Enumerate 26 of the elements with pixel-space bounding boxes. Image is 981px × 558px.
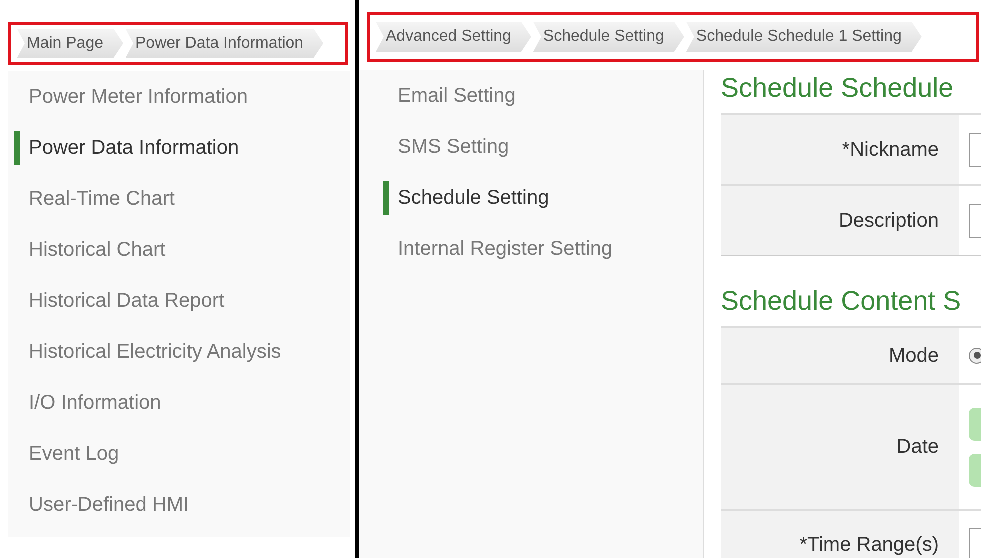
- breadcrumb-link[interactable]: Schedule Setting: [533, 22, 684, 52]
- sidebar-item[interactable]: Historical Electricity Analysis: [29, 336, 282, 366]
- field-label: Date: [721, 385, 959, 509]
- field-label: Description: [721, 186, 959, 255]
- sidebar-item[interactable]: Historical Data Report: [29, 286, 225, 316]
- sidebar-item[interactable]: Real-Time Chart: [29, 184, 175, 214]
- sidebar-item[interactable]: Power Meter Information: [29, 82, 248, 112]
- sidebar-item[interactable]: SMS Setting: [398, 132, 510, 162]
- breadcrumb-link[interactable]: Power Data Information: [126, 28, 324, 58]
- field-label: Mode: [721, 328, 959, 383]
- sidebar-item[interactable]: I/O Information: [29, 388, 162, 418]
- breadcrumb-link[interactable]: Main Page: [17, 28, 124, 58]
- breadcrumb-link[interactable]: Schedule Schedule 1 Setting: [686, 22, 922, 52]
- sidebar-item[interactable]: Power Data Information: [29, 132, 240, 162]
- field-label: *Nickname: [721, 115, 959, 184]
- sidebar-item[interactable]: Email Setting: [398, 80, 516, 110]
- sidebar-item[interactable]: Event Log: [29, 438, 120, 468]
- section-title: Schedule Content S: [721, 285, 962, 318]
- radio-button[interactable]: [969, 348, 981, 364]
- sidebar-item[interactable]: Internal Register Setting: [398, 234, 613, 264]
- field-label: *Time Range(s): [721, 511, 959, 558]
- sidebar-item[interactable]: User-Defined HMI: [29, 490, 190, 520]
- breadcrumb-link[interactable]: Advanced Setting: [376, 22, 532, 52]
- sidebar-item[interactable]: Schedule Setting: [398, 182, 550, 212]
- sidebar-item[interactable]: Historical Chart: [29, 234, 166, 264]
- section-title: Schedule Schedule: [721, 72, 955, 105]
